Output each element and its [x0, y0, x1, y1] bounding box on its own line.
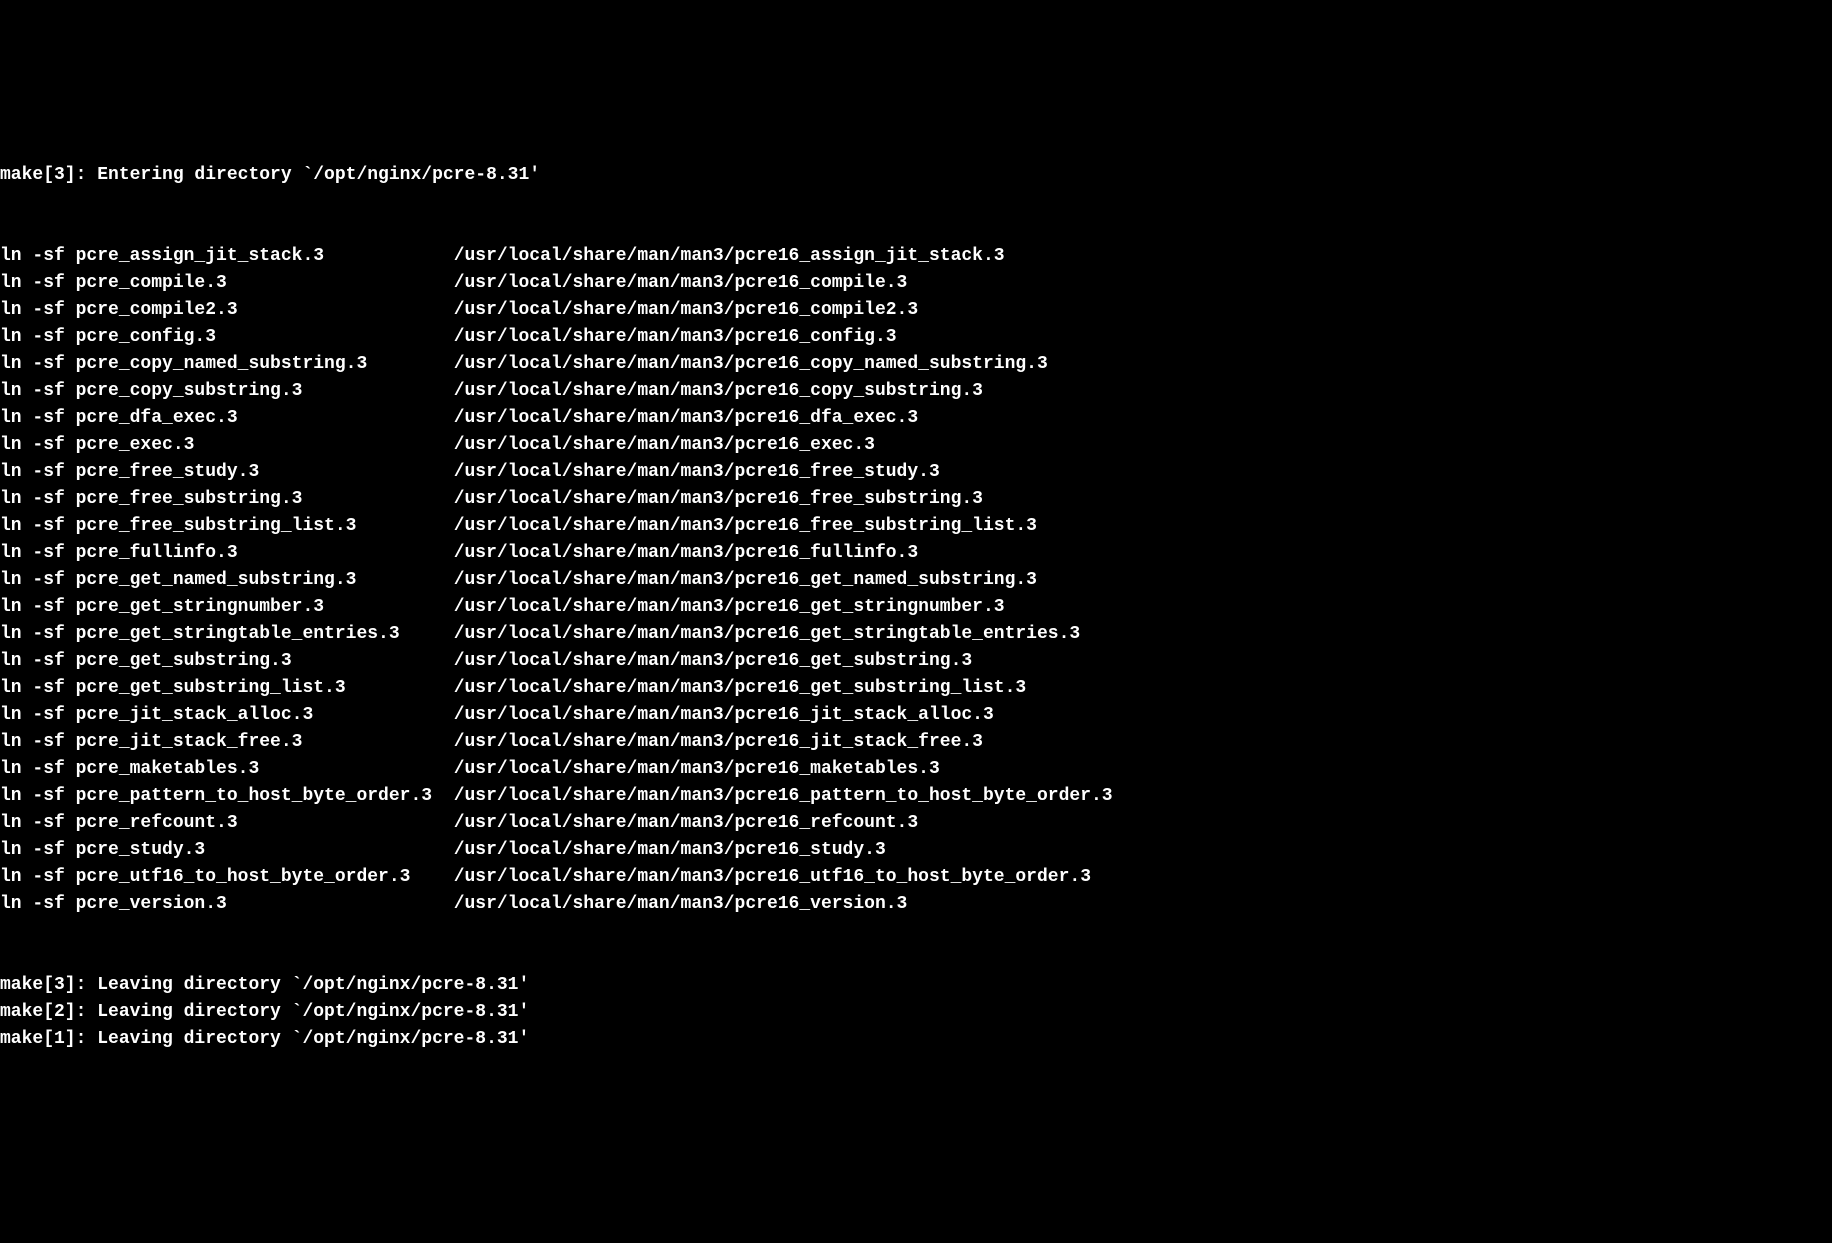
symlink-line: ln -sf pcre_free_substring.3 /usr/local/… — [0, 486, 1832, 513]
symlink-source: ln -sf pcre_jit_stack_free.3 — [0, 732, 454, 752]
symlink-dest: /usr/local/share/man/man3/pcre16_fullinf… — [454, 543, 918, 563]
symlink-line: ln -sf pcre_compile.3 /usr/local/share/m… — [0, 270, 1832, 297]
symlink-source: ln -sf pcre_study.3 — [0, 840, 454, 860]
symlink-dest: /usr/local/share/man/man3/pcre16_free_st… — [454, 462, 940, 482]
symlink-block: ln -sf pcre_assign_jit_stack.3 /usr/loca… — [0, 243, 1832, 918]
symlink-line: ln -sf pcre_get_substring.3 /usr/local/s… — [0, 648, 1832, 675]
symlink-line: ln -sf pcre_assign_jit_stack.3 /usr/loca… — [0, 243, 1832, 270]
symlink-dest: /usr/local/share/man/man3/pcre16_get_sub… — [454, 651, 972, 671]
symlink-dest: /usr/local/share/man/man3/pcre16_dfa_exe… — [454, 408, 918, 428]
make-leave-line: make[2]: Leaving directory `/opt/nginx/p… — [0, 999, 1832, 1026]
symlink-dest: /usr/local/share/man/man3/pcre16_free_su… — [454, 516, 1037, 536]
symlink-line: ln -sf pcre_refcount.3 /usr/local/share/… — [0, 810, 1832, 837]
symlink-source: ln -sf pcre_free_substring_list.3 — [0, 516, 454, 536]
symlink-dest: /usr/local/share/man/man3/pcre16_study.3 — [454, 840, 886, 860]
symlink-dest: /usr/local/share/man/man3/pcre16_exec.3 — [454, 435, 875, 455]
symlink-dest: /usr/local/share/man/man3/pcre16_pattern… — [454, 786, 1113, 806]
symlink-line: ln -sf pcre_get_stringtable_entries.3 /u… — [0, 621, 1832, 648]
symlink-source: ln -sf pcre_copy_substring.3 — [0, 381, 454, 401]
symlink-dest: /usr/local/share/man/man3/pcre16_free_su… — [454, 489, 983, 509]
make-leave-line: make[3]: Leaving directory `/opt/nginx/p… — [0, 972, 1832, 999]
symlink-source: ln -sf pcre_free_substring.3 — [0, 489, 454, 509]
make-leave-line: make[1]: Leaving directory `/opt/nginx/p… — [0, 1026, 1832, 1053]
symlink-line: ln -sf pcre_version.3 /usr/local/share/m… — [0, 891, 1832, 918]
symlink-line: ln -sf pcre_jit_stack_alloc.3 /usr/local… — [0, 702, 1832, 729]
symlink-dest: /usr/local/share/man/man3/pcre16_maketab… — [454, 759, 940, 779]
symlink-line: ln -sf pcre_study.3 /usr/local/share/man… — [0, 837, 1832, 864]
symlink-source: ln -sf pcre_refcount.3 — [0, 813, 454, 833]
symlink-source: ln -sf pcre_assign_jit_stack.3 — [0, 246, 454, 266]
symlink-source: ln -sf pcre_exec.3 — [0, 435, 454, 455]
symlink-dest: /usr/local/share/man/man3/pcre16_jit_sta… — [454, 705, 994, 725]
symlink-line: ln -sf pcre_fullinfo.3 /usr/local/share/… — [0, 540, 1832, 567]
symlink-dest: /usr/local/share/man/man3/pcre16_get_nam… — [454, 570, 1037, 590]
symlink-source: ln -sf pcre_pattern_to_host_byte_order.3 — [0, 786, 454, 806]
symlink-dest: /usr/local/share/man/man3/pcre16_assign_… — [454, 246, 1005, 266]
symlink-line: ln -sf pcre_dfa_exec.3 /usr/local/share/… — [0, 405, 1832, 432]
symlink-dest: /usr/local/share/man/man3/pcre16_config.… — [454, 327, 897, 347]
symlink-source: ln -sf pcre_compile2.3 — [0, 300, 454, 320]
symlink-source: ln -sf pcre_get_named_substring.3 — [0, 570, 454, 590]
symlink-source: ln -sf pcre_get_stringtable_entries.3 — [0, 624, 454, 644]
symlink-dest: /usr/local/share/man/man3/pcre16_copy_na… — [454, 354, 1048, 374]
symlink-source: ln -sf pcre_get_substring.3 — [0, 651, 454, 671]
symlink-source: ln -sf pcre_free_study.3 — [0, 462, 454, 482]
symlink-source: ln -sf pcre_utf16_to_host_byte_order.3 — [0, 867, 454, 887]
symlink-source: ln -sf pcre_get_stringnumber.3 — [0, 597, 454, 617]
symlink-line: ln -sf pcre_compile2.3 /usr/local/share/… — [0, 297, 1832, 324]
symlink-line: ln -sf pcre_jit_stack_free.3 /usr/local/… — [0, 729, 1832, 756]
symlink-source: ln -sf pcre_maketables.3 — [0, 759, 454, 779]
symlink-dest: /usr/local/share/man/man3/pcre16_refcoun… — [454, 813, 918, 833]
terminal-output: make[3]: Entering directory `/opt/nginx/… — [0, 108, 1832, 1108]
symlink-dest: /usr/local/share/man/man3/pcre16_get_sub… — [454, 678, 1027, 698]
symlink-line: ln -sf pcre_exec.3 /usr/local/share/man/… — [0, 432, 1832, 459]
symlink-line: ln -sf pcre_copy_substring.3 /usr/local/… — [0, 378, 1832, 405]
symlink-source: ln -sf pcre_jit_stack_alloc.3 — [0, 705, 454, 725]
symlink-dest: /usr/local/share/man/man3/pcre16_utf16_t… — [454, 867, 1091, 887]
symlink-source: ln -sf pcre_dfa_exec.3 — [0, 408, 454, 428]
symlink-line: ln -sf pcre_free_study.3 /usr/local/shar… — [0, 459, 1832, 486]
symlink-line: ln -sf pcre_maketables.3 /usr/local/shar… — [0, 756, 1832, 783]
symlink-line: ln -sf pcre_config.3 /usr/local/share/ma… — [0, 324, 1832, 351]
make-leave-block: make[3]: Leaving directory `/opt/nginx/p… — [0, 972, 1832, 1053]
symlink-source: ln -sf pcre_version.3 — [0, 894, 454, 914]
symlink-line: ln -sf pcre_copy_named_substring.3 /usr/… — [0, 351, 1832, 378]
symlink-dest: /usr/local/share/man/man3/pcre16_jit_sta… — [454, 732, 983, 752]
symlink-source: ln -sf pcre_fullinfo.3 — [0, 543, 454, 563]
symlink-dest: /usr/local/share/man/man3/pcre16_get_str… — [454, 597, 1005, 617]
symlink-line: ln -sf pcre_utf16_to_host_byte_order.3 /… — [0, 864, 1832, 891]
symlink-dest: /usr/local/share/man/man3/pcre16_version… — [454, 894, 908, 914]
symlink-source: ln -sf pcre_get_substring_list.3 — [0, 678, 454, 698]
symlink-dest: /usr/local/share/man/man3/pcre16_get_str… — [454, 624, 1081, 644]
make-enter-line: make[3]: Entering directory `/opt/nginx/… — [0, 162, 1832, 189]
symlink-source: ln -sf pcre_config.3 — [0, 327, 454, 347]
symlink-source: ln -sf pcre_compile.3 — [0, 273, 454, 293]
symlink-source: ln -sf pcre_copy_named_substring.3 — [0, 354, 454, 374]
symlink-dest: /usr/local/share/man/man3/pcre16_compile… — [454, 273, 908, 293]
symlink-line: ln -sf pcre_get_stringnumber.3 /usr/loca… — [0, 594, 1832, 621]
symlink-dest: /usr/local/share/man/man3/pcre16_compile… — [454, 300, 918, 320]
symlink-line: ln -sf pcre_free_substring_list.3 /usr/l… — [0, 513, 1832, 540]
symlink-line: ln -sf pcre_pattern_to_host_byte_order.3… — [0, 783, 1832, 810]
symlink-line: ln -sf pcre_get_named_substring.3 /usr/l… — [0, 567, 1832, 594]
symlink-line: ln -sf pcre_get_substring_list.3 /usr/lo… — [0, 675, 1832, 702]
symlink-dest: /usr/local/share/man/man3/pcre16_copy_su… — [454, 381, 983, 401]
